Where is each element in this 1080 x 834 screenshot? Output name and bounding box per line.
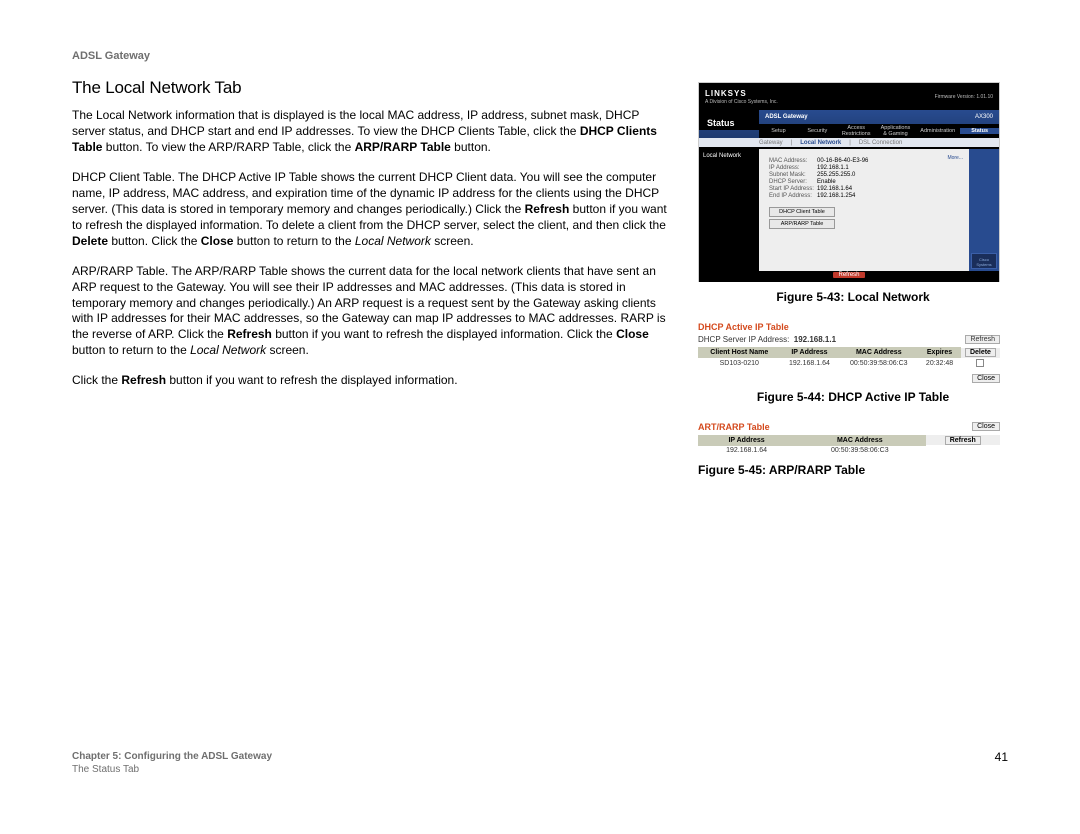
dhcp-clients-table: Client Host Name IP Address MAC Address …	[698, 347, 1000, 370]
subnet-value: 255.255.255.0	[817, 172, 855, 178]
text: Click the	[72, 373, 121, 387]
figure-44-caption: Figure 5-44: DHCP Active IP Table	[698, 390, 1008, 404]
subtab-gateway[interactable]: Gateway	[759, 140, 783, 146]
refresh-button[interactable]: Refresh	[945, 436, 981, 445]
cisco-logo: Cisco Systems	[971, 253, 997, 269]
dhcp-value: Enable	[817, 179, 836, 185]
linksys-tagline: A Division of Cisco Systems, Inc.	[705, 99, 778, 105]
dhcp-server-ip: 192.168.1.1	[794, 335, 836, 344]
dhcp-client-table-button[interactable]: DHCP Client Table	[769, 207, 835, 217]
start-ip-label: Start IP Address:	[769, 186, 817, 192]
dhcp-label: DHCP Server:	[769, 179, 817, 185]
cell-expires: 20:32:48	[919, 358, 961, 370]
tab-applications-gaming[interactable]: Applications & Gaming	[876, 125, 916, 137]
status-section-label: Status	[699, 110, 759, 130]
text: button to return to the	[233, 234, 354, 248]
text: button if you want to refresh the displa…	[166, 373, 458, 387]
subtab-local-network[interactable]: Local Network	[800, 140, 841, 146]
col-expires: Expires	[919, 348, 961, 358]
page-number: 41	[995, 750, 1008, 764]
table-row: SD103-0210 192.168.1.64 00:50:39:58:06:C…	[699, 358, 1001, 370]
figure-dhcp-active-ip-table: DHCP Active IP Table DHCP Server IP Addr…	[698, 322, 1000, 382]
end-ip-label: End IP Address:	[769, 193, 817, 199]
footer-chapter: Chapter 5: Configuring the ADSL Gateway	[72, 750, 272, 763]
footer-subsection: The Status Tab	[72, 763, 272, 776]
paragraph-4: Click the Refresh button if you want to …	[72, 373, 668, 389]
tab-status[interactable]: Status	[960, 128, 999, 134]
paragraph-3: ARP/RARP Table. The ARP/RARP Table shows…	[72, 264, 668, 360]
bold-arp-rarp-table: ARP/RARP Table	[355, 140, 451, 154]
cell-ip: 192.168.1.64	[699, 445, 795, 455]
italic-local-network: Local Network	[355, 234, 431, 248]
bold-refresh: Refresh	[227, 327, 272, 341]
mac-label: MAC Address:	[769, 158, 817, 164]
refresh-button[interactable]: Refresh	[833, 272, 864, 278]
cell-host: SD103-0210	[699, 358, 781, 370]
text: screen.	[266, 343, 309, 357]
paragraph-2: DHCP Client Table. The DHCP Active IP Ta…	[72, 170, 668, 250]
dhcp-server-label: DHCP Server IP Address:	[698, 335, 789, 344]
page-footer: Chapter 5: Configuring the ADSL Gateway …	[72, 750, 1008, 776]
bold-delete: Delete	[72, 234, 108, 248]
product-name: ADSL Gateway	[765, 114, 808, 120]
figure-45-caption: Figure 5-45: ARP/RARP Table	[698, 463, 1008, 477]
model-number: AX300	[975, 114, 993, 120]
subtab-dsl-connection[interactable]: DSL Connection	[859, 140, 902, 146]
delete-button[interactable]: Delete	[965, 348, 996, 357]
col-ip-address: IP Address	[780, 348, 839, 358]
figure-43-caption: Figure 5-43: Local Network	[698, 290, 1008, 304]
mac-value: 00-16-B6-40-E3-96	[817, 158, 868, 164]
col-ip-address: IP Address	[699, 435, 795, 445]
text: The Local Network information that is di…	[72, 108, 639, 138]
paragraph-1: The Local Network information that is di…	[72, 108, 668, 156]
bold-close: Close	[616, 327, 649, 341]
end-ip-value: 192.168.1.254	[817, 193, 855, 199]
tab-access-restrictions[interactable]: Access Restrictions	[837, 125, 876, 137]
italic-local-network: Local Network	[190, 343, 266, 357]
text: screen.	[431, 234, 474, 248]
cell-mac: 00:50:39:58:06:C3	[839, 358, 919, 370]
figure-local-network-screenshot: LINKSYS A Division of Cisco Systems, Inc…	[698, 82, 1000, 282]
document-header: ADSL Gateway	[72, 50, 668, 62]
text: button to return to the	[72, 343, 190, 357]
dhcp-table-title: DHCP Active IP Table	[698, 322, 1000, 332]
close-button[interactable]: Close	[972, 422, 1000, 431]
ip-label: IP Address:	[769, 165, 817, 171]
cell-mac: 00:50:39:58:06:C3	[795, 445, 925, 455]
table-row: 192.168.1.64 00:50:39:58:06:C3	[699, 445, 1001, 455]
tab-security[interactable]: Security	[798, 128, 837, 134]
col-mac-address: MAC Address	[795, 435, 925, 445]
text: button.	[451, 140, 491, 154]
side-label: Local Network	[699, 149, 759, 271]
linksys-logo: LINKSYS	[705, 89, 778, 98]
figure-arp-rarp-table: ART/RARP Table Close IP Address MAC Addr…	[698, 422, 1000, 455]
refresh-button[interactable]: Refresh	[965, 335, 1000, 344]
start-ip-value: 192.168.1.64	[817, 186, 852, 192]
arp-table-title: ART/RARP Table	[698, 422, 770, 432]
subnet-label: Subnet Mask:	[769, 172, 817, 178]
bold-refresh: Refresh	[121, 373, 166, 387]
arp-rarp-table-data: IP Address MAC Address Refresh 192.168.1…	[698, 435, 1000, 455]
more-link[interactable]: More...	[947, 155, 963, 161]
bold-close: Close	[201, 234, 234, 248]
tab-setup[interactable]: Setup	[759, 128, 798, 134]
text: button if you want to refresh the displa…	[272, 327, 616, 341]
text: button. Click the	[108, 234, 201, 248]
cell-ip: 192.168.1.64	[780, 358, 839, 370]
tab-administration[interactable]: Administration	[915, 128, 960, 134]
arp-rarp-table-button[interactable]: ARP/RARP Table	[769, 219, 835, 229]
ip-value: 192.168.1.1	[817, 165, 849, 171]
col-client-host-name: Client Host Name	[699, 348, 781, 358]
section-heading: The Local Network Tab	[72, 78, 668, 98]
text: button. To view the ARP/RARP Table, clic…	[102, 140, 354, 154]
bold-refresh: Refresh	[525, 202, 570, 216]
close-button[interactable]: Close	[972, 374, 1000, 383]
firmware-version: Firmware Version: 1.01.10	[935, 94, 993, 100]
col-mac-address: MAC Address	[839, 348, 919, 358]
select-checkbox[interactable]	[976, 359, 984, 367]
